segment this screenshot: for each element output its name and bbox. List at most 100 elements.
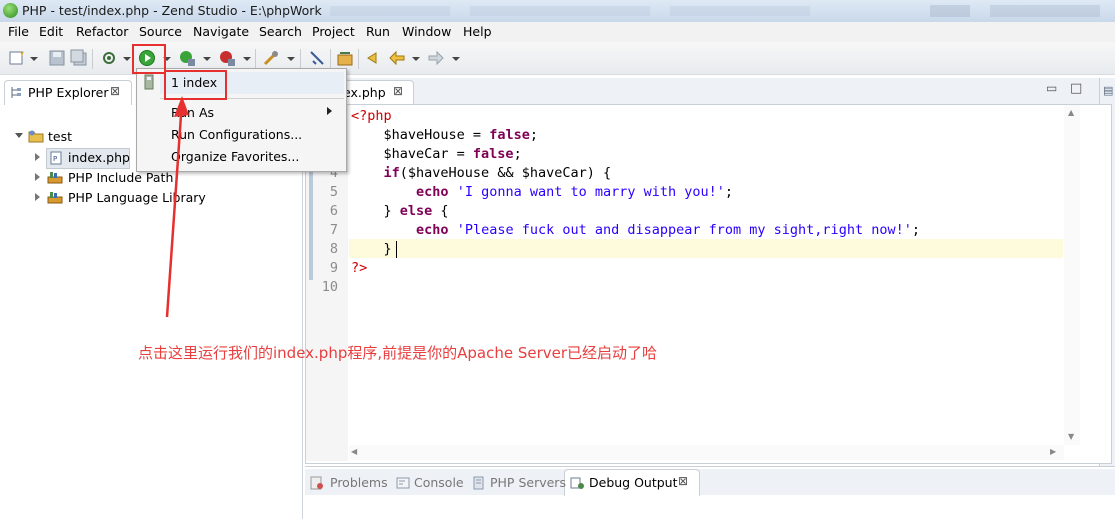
last-edit-location-icon[interactable] bbox=[364, 49, 382, 67]
menu-search[interactable]: Search bbox=[259, 24, 302, 39]
menu-refactor[interactable]: Refactor bbox=[76, 24, 128, 39]
code-text: ; bbox=[724, 184, 734, 200]
menu-navigate[interactable]: Navigate bbox=[193, 24, 249, 39]
open-type-icon[interactable] bbox=[336, 49, 354, 67]
vertical-scrollbar[interactable] bbox=[1064, 105, 1080, 445]
run-button-highlight-box bbox=[132, 44, 166, 74]
scroll-down-arrow-icon[interactable]: ▼ bbox=[1068, 432, 1074, 441]
save-icon[interactable] bbox=[48, 49, 66, 67]
line-number: 10 bbox=[321, 279, 338, 295]
submenu-arrow-icon bbox=[327, 107, 332, 115]
tree-php-include-path[interactable]: PHP Include Path bbox=[68, 170, 173, 185]
line-number: 8 bbox=[329, 241, 338, 257]
tools-icon[interactable] bbox=[262, 49, 280, 67]
collapse-arrow-icon[interactable] bbox=[15, 133, 23, 138]
code-line-2: $haveHouse = false; bbox=[351, 127, 538, 143]
new-dropdown-arrow[interactable] bbox=[30, 57, 38, 61]
code-keyword: echo bbox=[416, 184, 449, 200]
php-close-tag: ?> bbox=[351, 260, 368, 276]
scroll-up-arrow-icon[interactable]: ▲ bbox=[1068, 108, 1074, 117]
debug-settings-icon[interactable] bbox=[100, 49, 118, 67]
code-line-4: if($haveHouse && $haveCar) { bbox=[351, 165, 612, 181]
menu-help[interactable]: Help bbox=[463, 24, 492, 39]
debug-output-icon bbox=[570, 477, 584, 489]
code-keyword: if bbox=[383, 165, 400, 181]
scroll-right-arrow-icon[interactable]: ▶ bbox=[1050, 447, 1056, 456]
menu-item-run-configurations[interactable]: Run Configurations... bbox=[171, 127, 302, 142]
new-wizard-icon[interactable] bbox=[8, 49, 26, 67]
php-explorer-tab-label: PHP Explorer bbox=[28, 85, 109, 100]
menu-window[interactable]: Window bbox=[402, 24, 451, 39]
toolbar-separator bbox=[92, 49, 93, 69]
expand-arrow-icon[interactable] bbox=[35, 193, 40, 201]
maximize-icon[interactable]: □ bbox=[1070, 81, 1082, 96]
close-php-explorer-icon[interactable]: ⊠ bbox=[110, 84, 120, 98]
menu-file[interactable]: File bbox=[8, 24, 29, 39]
back-dropdown-arrow[interactable] bbox=[412, 57, 420, 61]
code-keyword: false bbox=[472, 146, 514, 162]
debug-icon[interactable] bbox=[178, 49, 196, 67]
debug-dropdown-arrow[interactable] bbox=[203, 57, 211, 61]
annotation-text: 点击这里运行我们的index.php程序,前提是你的Apache Server已… bbox=[138, 344, 658, 362]
debug-settings-dropdown-arrow[interactable] bbox=[123, 57, 131, 61]
current-line-highlight bbox=[349, 239, 1063, 258]
close-editor-tab-icon[interactable]: ⊠ bbox=[393, 84, 403, 98]
php-explorer-icon bbox=[11, 87, 21, 98]
menu-run[interactable]: Run bbox=[366, 24, 390, 39]
tab-debug-output[interactable]: Debug Output bbox=[589, 475, 678, 490]
code-line-8: } bbox=[351, 241, 392, 257]
tab-problems[interactable]: Problems bbox=[330, 475, 388, 490]
code-text: ; bbox=[529, 127, 538, 143]
line-number: 7 bbox=[329, 222, 338, 238]
php-open-tag: <?php bbox=[351, 108, 392, 124]
tools-dropdown-arrow[interactable] bbox=[287, 57, 295, 61]
php-file-icon: P bbox=[50, 151, 62, 165]
code-text: $haveHouse = bbox=[383, 127, 490, 143]
minimize-icon[interactable]: ▭ bbox=[1046, 81, 1057, 95]
outline-icon[interactable]: ▤ bbox=[1103, 84, 1113, 97]
tree-file-index-php[interactable]: index.php bbox=[68, 150, 130, 165]
line-number: 5 bbox=[329, 184, 338, 200]
forward-dropdown-arrow[interactable] bbox=[452, 57, 460, 61]
svg-text:P: P bbox=[53, 155, 57, 163]
text-cursor bbox=[396, 241, 397, 258]
menu-source[interactable]: Source bbox=[139, 24, 182, 39]
editor-tab-bar bbox=[305, 78, 1115, 105]
code-text: } bbox=[383, 203, 400, 219]
library-icon bbox=[47, 192, 63, 204]
title-bar-decoration bbox=[330, 5, 1100, 17]
code-text: } bbox=[383, 241, 392, 257]
profile-icon[interactable] bbox=[218, 49, 236, 67]
code-keyword: echo bbox=[416, 222, 449, 238]
expand-arrow-icon[interactable] bbox=[35, 153, 40, 161]
php-servers-icon bbox=[473, 476, 484, 490]
scroll-left-arrow-icon[interactable]: ◀ bbox=[351, 447, 357, 456]
problems-icon bbox=[310, 476, 323, 490]
code-text: ; bbox=[513, 146, 522, 162]
toggle-mark-icon[interactable] bbox=[308, 49, 326, 67]
horizontal-scrollbar[interactable] bbox=[349, 445, 1064, 460]
forward-icon[interactable] bbox=[427, 49, 445, 67]
php-project-folder-icon bbox=[28, 130, 44, 143]
toolbar-separator bbox=[358, 49, 359, 69]
code-string: 'Please fuck out and disappear from my s… bbox=[456, 222, 912, 238]
back-icon[interactable] bbox=[388, 49, 406, 67]
code-text: { bbox=[432, 203, 449, 219]
menu-bar: File Edit Refactor Source Navigate Searc… bbox=[0, 22, 1115, 42]
expand-arrow-icon[interactable] bbox=[35, 173, 40, 181]
tab-php-servers[interactable]: PHP Servers bbox=[490, 475, 566, 490]
code-line-1: <?php bbox=[351, 108, 392, 124]
menu-item-organize-favorites[interactable]: Organize Favorites... bbox=[171, 149, 299, 164]
profile-dropdown-arrow[interactable] bbox=[243, 57, 251, 61]
code-line-6: } else { bbox=[351, 203, 449, 219]
menu-edit[interactable]: Edit bbox=[39, 24, 63, 39]
tab-console[interactable]: Console bbox=[414, 475, 464, 490]
save-all-icon[interactable] bbox=[70, 49, 88, 67]
code-keyword: else bbox=[399, 203, 433, 219]
window-title: PHP - test/index.php - Zend Studio - E:\… bbox=[22, 3, 322, 18]
menu-project[interactable]: Project bbox=[312, 24, 355, 39]
zend-studio-icon bbox=[3, 3, 18, 18]
close-debug-output-icon[interactable]: ⊠ bbox=[678, 474, 688, 488]
code-text: ($haveHouse && $haveCar) { bbox=[399, 165, 612, 181]
tree-project-test[interactable]: test bbox=[48, 129, 72, 144]
